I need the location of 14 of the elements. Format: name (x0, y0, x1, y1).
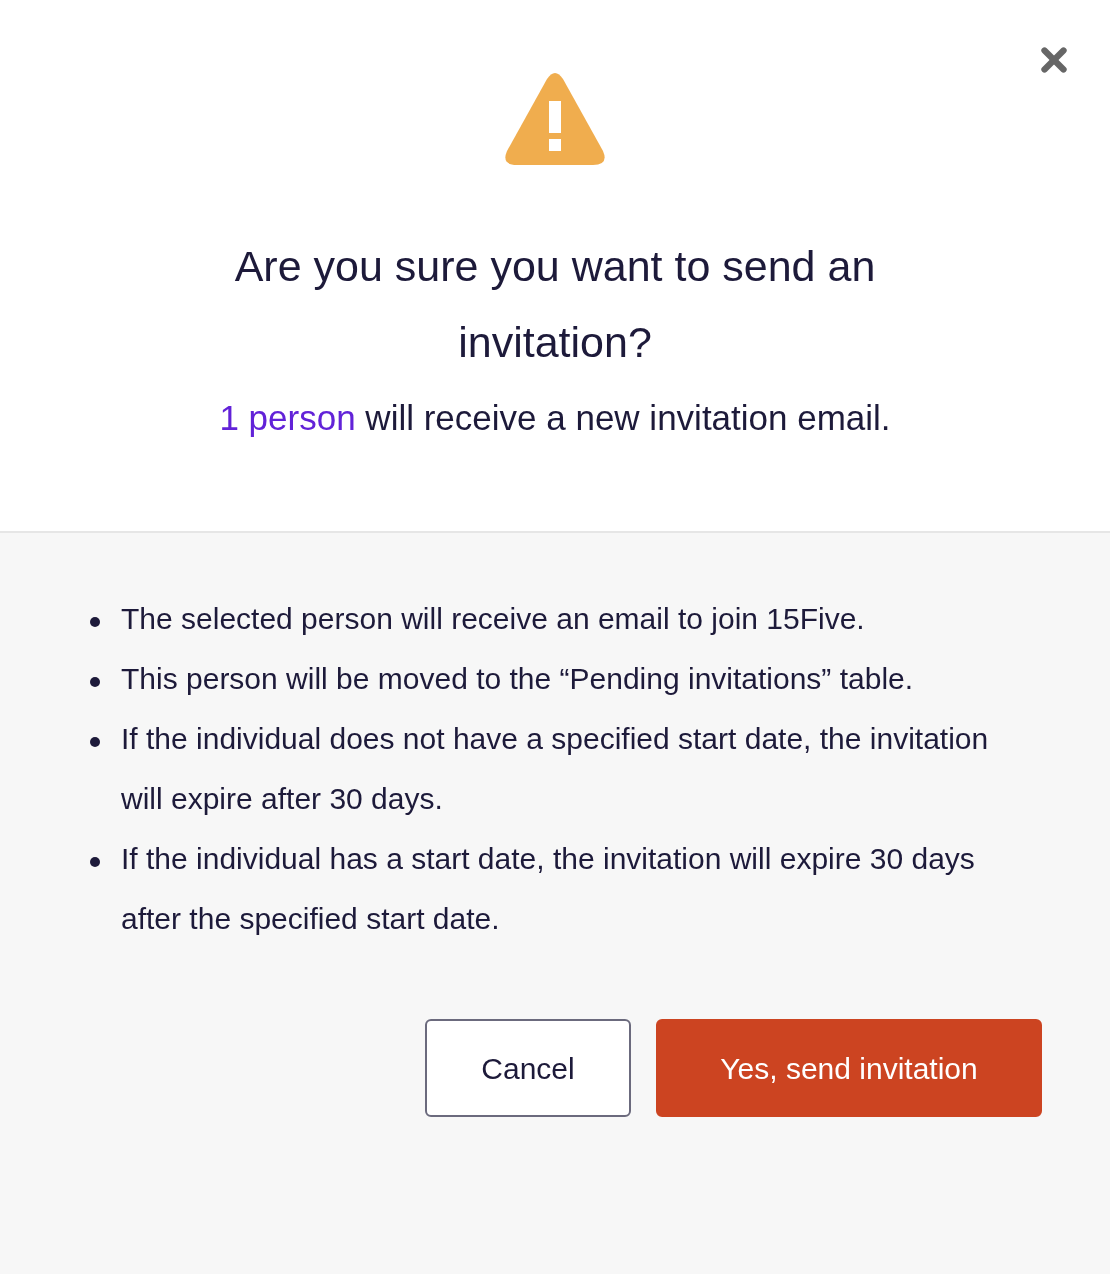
bullet-icon (90, 857, 100, 867)
summary-text: 1 person will receive a new invitation email. (219, 397, 891, 439)
note-text: If the individual does not have a specified start date, the invitation will expire after 30 days. (121, 721, 990, 817)
cancel-button[interactable]: Cancel (425, 1019, 631, 1117)
bullet-icon (90, 737, 100, 747)
note-text: If the individual has a start date, the invitation will expire 30 days after the specified start date. (121, 841, 976, 937)
bullet-icon (90, 617, 100, 627)
bullet-icon (90, 677, 100, 687)
note-text: The selected person will receive an email to join 15Five. (121, 601, 866, 637)
people-count-link[interactable]: 1 person (219, 398, 356, 437)
send-invitation-button[interactable]: Yes, send invitation (656, 1019, 1042, 1117)
note-text: This person will be moved to the “Pending invitations” table. (121, 661, 915, 697)
warning-icon (505, 73, 605, 166)
dialog-title: Are you sure you want to send an invitation? (233, 241, 877, 368)
